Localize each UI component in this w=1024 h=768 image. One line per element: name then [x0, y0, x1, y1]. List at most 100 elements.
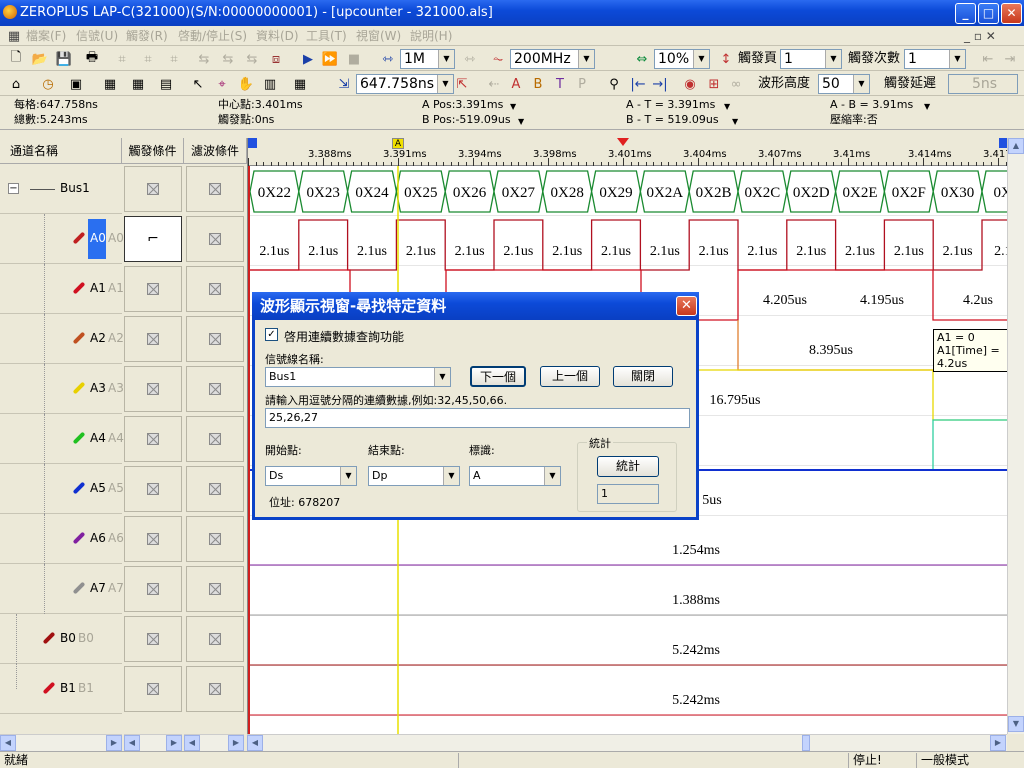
channel-group-icon[interactable]: ⇆ — [242, 49, 262, 69]
home-icon[interactable]: ⌂ — [6, 74, 26, 94]
marker-a[interactable]: A — [392, 138, 404, 149]
channel-name-header[interactable]: 通道名稱 — [0, 138, 122, 164]
snapshot-icon[interactable]: ◉ — [680, 74, 700, 94]
scroll-right-icon[interactable]: ▶ — [106, 735, 122, 751]
filter-condition-cell[interactable] — [186, 266, 244, 312]
a-t-dropdown[interactable]: ▼ — [724, 99, 730, 114]
ruler-icon[interactable]: ▥ — [260, 74, 280, 94]
list-view-icon[interactable]: ▤ — [156, 74, 176, 94]
hand-icon[interactable]: ✋ — [236, 74, 256, 94]
b-pos-dropdown[interactable]: ▼ — [518, 114, 524, 129]
channel-name-cell[interactable]: A5 A5 — [0, 464, 124, 514]
page-prev-icon[interactable]: ⇤ — [978, 49, 998, 69]
filter-condition-cell[interactable] — [186, 366, 244, 412]
channel-name-cell[interactable]: A6 A6 — [0, 514, 124, 564]
channel-row[interactable]: A5 A5 — [0, 464, 247, 514]
next-button[interactable]: 下一個 — [470, 366, 526, 387]
channel-row[interactable]: A1 A1 — [0, 264, 247, 314]
open-folder-icon[interactable]: 📂 — [30, 49, 50, 69]
signal-name-select[interactable]: Bus1 ▼ — [265, 367, 451, 387]
scroll-right-icon[interactable]: ▶ — [166, 735, 182, 751]
channel-row[interactable]: A4 A4 — [0, 414, 247, 464]
menu-trigger[interactable]: 觸發(R) — [126, 26, 168, 46]
trigger-condition-cell[interactable] — [124, 666, 182, 712]
zoom-in-icon[interactable]: ↕ — [716, 49, 736, 69]
channel-name-cell[interactable]: A1 A1 — [0, 264, 124, 314]
trigger-condition-cell[interactable] — [124, 366, 182, 412]
filter-condition-header[interactable]: 濾波條件 — [184, 138, 247, 164]
channel-name-cell[interactable]: B1 B1 — [0, 664, 122, 714]
trigger-condition-cell[interactable] — [124, 316, 182, 362]
minimize-button[interactable]: _ — [955, 3, 976, 24]
bus-left-icon[interactable]: ⇠ — [484, 74, 504, 94]
binoculars-icon[interactable]: ⚲ — [604, 74, 624, 94]
link-icon[interactable]: ∞ — [726, 74, 746, 94]
trigger-page-select[interactable]: 1 ▼ — [780, 49, 842, 69]
time-ruler[interactable]: 3.388ms 3.391ms 3.394ms 3.398ms 3.401ms 3.404… — [248, 138, 1007, 166]
filter-condition-cell[interactable] — [186, 666, 244, 712]
channel-name-cell[interactable]: − Bus1 — [0, 164, 122, 214]
select-area-icon[interactable]: ⌖ — [212, 74, 232, 94]
view-icon[interactable]: ▣ — [66, 74, 86, 94]
name-hscrollbar[interactable]: ◀ ▶ — [0, 734, 122, 751]
filter-condition-cell[interactable]: ▼ — [186, 216, 255, 262]
trigger-condition-cell[interactable] — [124, 166, 182, 212]
trigger-condition-cell[interactable] — [124, 516, 182, 562]
dialog-close-icon[interactable]: ✕ — [676, 296, 697, 316]
close-button[interactable]: ✕ — [1001, 3, 1022, 24]
page-next-icon[interactable]: ⇥ — [1000, 49, 1020, 69]
window-view-icon[interactable]: ▦ — [100, 74, 120, 94]
collapse-icon[interactable]: − — [8, 183, 19, 194]
find-prev-icon[interactable]: |← — [628, 74, 648, 94]
channel-name-cell[interactable]: A4 A4 — [0, 414, 124, 464]
end-point-select[interactable]: Dp ▼ — [368, 466, 460, 486]
marker-left-icon[interactable] — [248, 138, 257, 148]
a-b-dropdown[interactable]: ▼ — [924, 99, 930, 114]
bus-icon[interactable]: ⊞ — [704, 74, 724, 94]
clock-icon[interactable]: ◷ — [38, 74, 58, 94]
channel-row[interactable]: B0 B0 — [0, 614, 247, 664]
mark-select[interactable]: A ▼ — [469, 466, 561, 486]
vertical-scrollbar[interactable]: ▲ ▼ — [1007, 138, 1024, 734]
trigger-count-select[interactable]: 1 ▼ — [904, 49, 966, 69]
bus-p-icon[interactable]: P — [572, 74, 592, 94]
menu-data[interactable]: 資料(D) — [256, 26, 299, 46]
menu-help[interactable]: 說明(H) — [410, 26, 452, 46]
filter-condition-cell[interactable] — [186, 466, 244, 512]
channel-add-icon[interactable]: ⇆ — [194, 49, 214, 69]
channel-name-cell[interactable]: A7 A7 — [0, 564, 124, 614]
filter-hscrollbar[interactable]: ◀ ▶ — [184, 734, 244, 751]
waveform-hscrollbar[interactable]: ◀ ▶ — [247, 734, 1007, 751]
b-t-dropdown[interactable]: ▼ — [732, 114, 738, 129]
pointer-icon[interactable]: ↖ — [188, 74, 208, 94]
bus-setup-icon[interactable]: ⧈ — [266, 49, 286, 69]
scroll-left-icon[interactable]: ◀ — [247, 735, 263, 751]
start-point-select[interactable]: Ds ▼ — [265, 466, 357, 486]
bus-t-icon[interactable]: T — [550, 74, 570, 94]
channel-row[interactable]: A2 A2 — [0, 314, 247, 364]
dialog-title-bar[interactable]: 波形顯示視窗-尋找特定資料 ✕ — [252, 292, 699, 320]
menu-file[interactable]: 檔案(F) — [26, 26, 66, 46]
sample-rate-select[interactable]: 200MHz ▼ — [510, 49, 595, 69]
mdi-controls[interactable]: _ ▫ ✕ — [964, 26, 996, 46]
scroll-right-icon[interactable]: ▶ — [228, 735, 244, 751]
bus-b-icon[interactable]: B — [528, 74, 548, 94]
scroll-up-icon[interactable]: ▲ — [1008, 138, 1024, 154]
trigger-setup-icon[interactable]: ⌗ — [112, 49, 132, 69]
enable-checkbox[interactable]: ✓ — [265, 328, 278, 341]
a-pos-dropdown[interactable]: ▼ — [510, 99, 516, 114]
trigger-clear-icon[interactable]: ⌗ — [164, 49, 184, 69]
print-icon[interactable]: 🖶 — [82, 49, 102, 69]
channel-name-cell[interactable]: B0 B0 — [0, 614, 122, 664]
goto-select[interactable]: 647.758ns ▼ — [356, 74, 454, 94]
menu-run-stop[interactable]: 啓動/停止(S) — [178, 26, 247, 46]
close-dialog-button[interactable]: 關閉 — [613, 366, 673, 387]
scroll-left-icon[interactable]: ◀ — [184, 735, 200, 751]
channel-row[interactable]: A6 A6 — [0, 514, 247, 564]
marker-icon[interactable]: ⇱ — [452, 74, 472, 94]
trigger-condition-cell[interactable]: ⌐▼ — [124, 216, 193, 262]
data-sequence-input[interactable]: 25,26,27 — [265, 408, 690, 428]
stop-icon[interactable]: ■ — [344, 49, 364, 69]
new-file-icon[interactable]: 🗋 — [6, 49, 26, 69]
scroll-left-icon[interactable]: ◀ — [0, 735, 16, 751]
